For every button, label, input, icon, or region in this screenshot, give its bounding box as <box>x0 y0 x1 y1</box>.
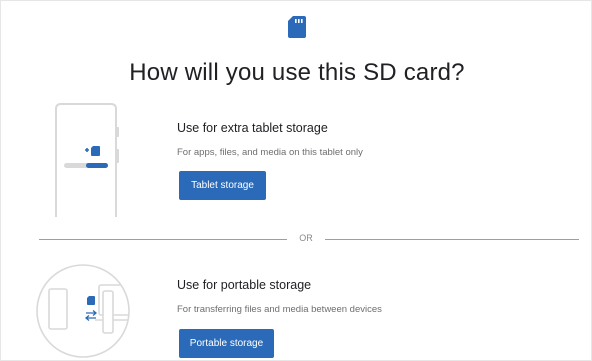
divider-right <box>325 239 579 240</box>
or-separator-label: OR <box>299 233 313 243</box>
sd-card-setup-screen: How will you use this SD card? Use for e… <box>0 0 592 361</box>
sd-card-icon <box>288 16 306 38</box>
portable-storage-title: Use for portable storage <box>177 278 312 292</box>
page-title: How will you use this SD card? <box>129 59 465 86</box>
portable-storage-illustration <box>36 264 130 358</box>
portable-storage-button[interactable]: Portable storage <box>179 329 274 358</box>
tablet-storage-button[interactable]: Tablet storage <box>179 171 266 200</box>
tablet-storage-title: Use for extra tablet storage <box>177 121 328 135</box>
portable-storage-description: For transferring files and media between… <box>177 304 382 315</box>
tablet-storage-description: For apps, files, and media on this table… <box>177 147 363 158</box>
divider-left <box>39 239 287 240</box>
tablet-storage-illustration <box>55 103 119 217</box>
